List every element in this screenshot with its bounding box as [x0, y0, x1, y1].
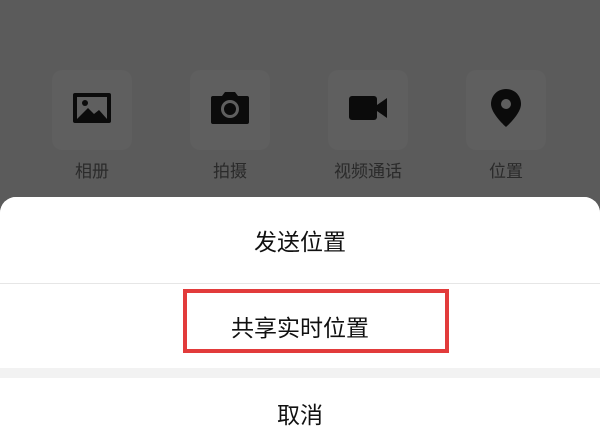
video-call-icon — [346, 86, 390, 134]
album-label: 相册 — [75, 162, 109, 182]
cancel-button[interactable]: 取消 — [0, 378, 600, 448]
camera-label: 拍摄 — [213, 162, 247, 182]
location-label: 位置 — [489, 162, 523, 182]
sheet-separator — [0, 368, 600, 378]
video-call-label: 视频通话 — [334, 162, 402, 182]
location-pin-icon — [484, 86, 528, 134]
attachment-panel: 相册 拍摄 视频通话 位置 — [0, 0, 600, 210]
camera-tile[interactable] — [190, 70, 270, 150]
album-tile[interactable] — [52, 70, 132, 150]
camera-icon — [208, 86, 252, 134]
location-tile[interactable] — [466, 70, 546, 150]
screen: 相册 拍摄 视频通话 位置 发送位置 共享实时位置 取消 — [0, 0, 600, 448]
photo-album-icon — [70, 86, 114, 134]
video-call-tile[interactable] — [328, 70, 408, 150]
action-sheet: 发送位置 共享实时位置 取消 — [0, 197, 600, 448]
share-live-location-option[interactable]: 共享实时位置 — [0, 284, 600, 368]
send-location-option[interactable]: 发送位置 — [0, 197, 600, 283]
